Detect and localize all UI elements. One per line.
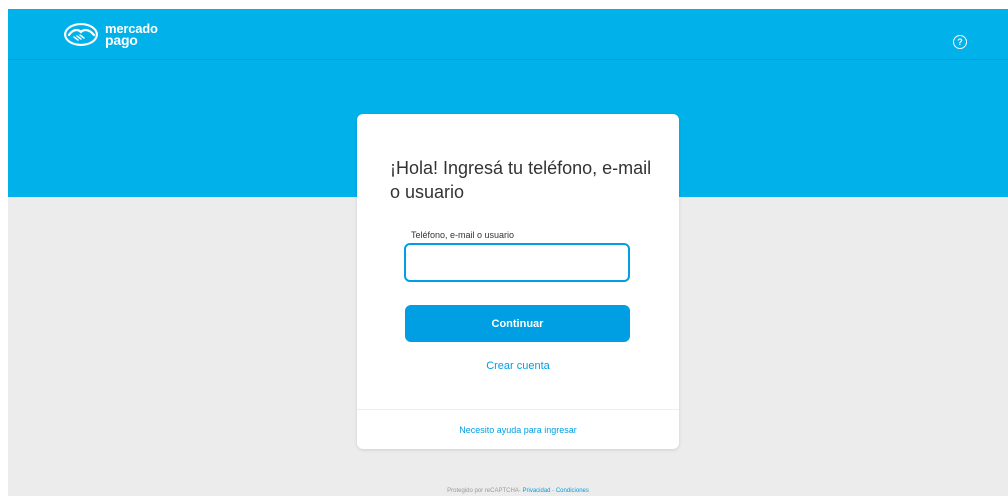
privacy-link[interactable]: Privacidad — [522, 488, 550, 494]
terms-link[interactable]: Condiciones — [556, 488, 589, 494]
footer-separator: - — [552, 488, 555, 494]
handshake-icon — [64, 23, 98, 46]
login-card: ¡Hola! Ingresá tu teléfono, e-mail o usu… — [357, 114, 679, 449]
question-circle-icon[interactable]: ? — [953, 35, 967, 49]
continue-button[interactable]: Continuar — [405, 305, 630, 342]
login-title: ¡Hola! Ingresá tu teléfono, e-mail o usu… — [390, 158, 652, 202]
top-bar: mercado pago ? — [8, 9, 1008, 59]
card-divider — [357, 409, 679, 410]
mercado-pago-logo[interactable]: mercado pago — [63, 22, 158, 47]
recaptcha-text: Protegido por reCAPTCHA- — [447, 488, 521, 494]
logo-wordmark: mercado pago — [105, 22, 158, 48]
login-help-link[interactable]: Necesito ayuda para ingresar — [357, 425, 679, 435]
phone-email-username-label: Teléfono, e-mail o usuario — [411, 230, 515, 240]
login-page: mercado pago ? ¡Hola! Ingresá tu teléfon… — [0, 0, 1008, 496]
phone-email-username-input[interactable] — [404, 243, 630, 282]
recaptcha-footer: Protegido por reCAPTCHA- Privacidad - Co… — [0, 487, 1008, 495]
create-account-link[interactable]: Crear cuenta — [357, 360, 679, 372]
logo-line-2: pago — [105, 32, 138, 48]
